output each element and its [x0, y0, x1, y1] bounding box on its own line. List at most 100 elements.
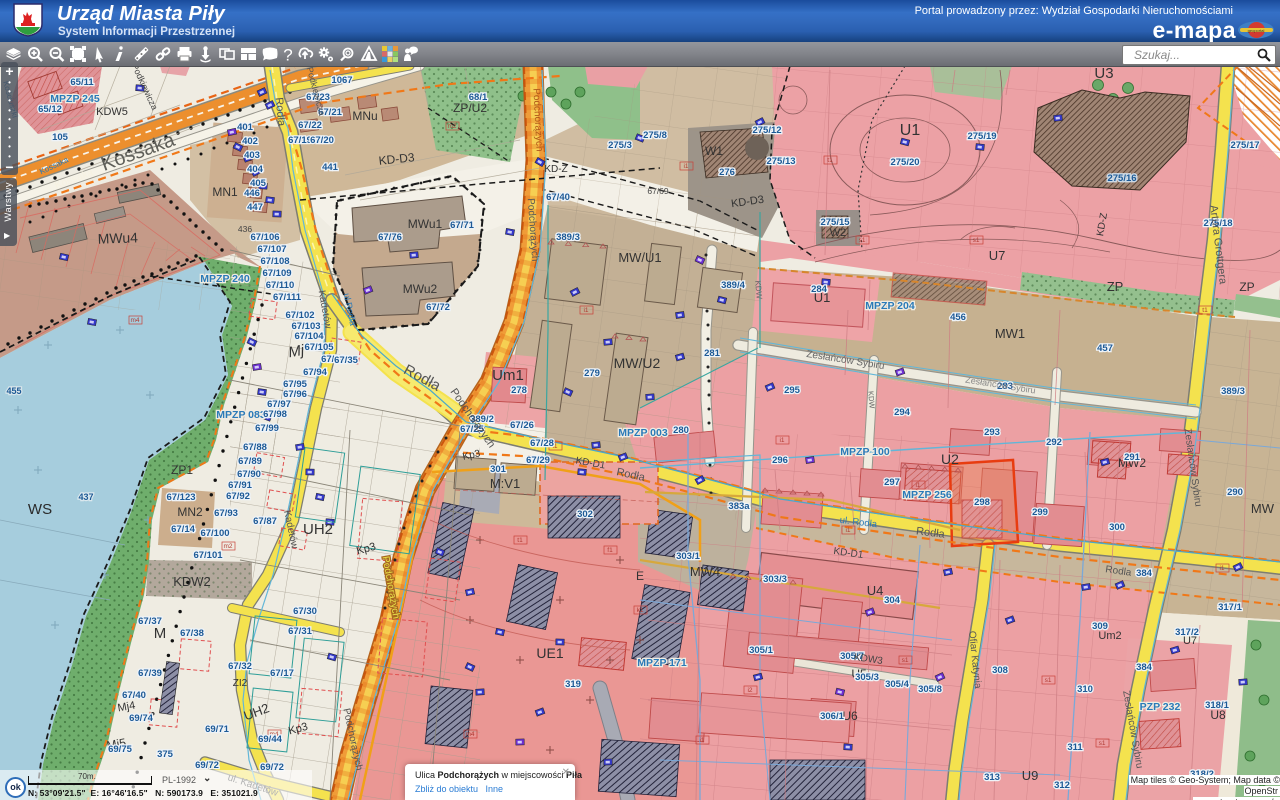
svg-text:67/105: 67/105 — [304, 342, 334, 353]
svg-text:403: 403 — [244, 150, 260, 161]
svg-text:67/37: 67/37 — [138, 616, 162, 627]
svg-text:317/2: 317/2 — [1175, 627, 1199, 638]
svg-text:310: 310 — [1077, 684, 1093, 695]
svg-text:U1: U1 — [900, 122, 921, 139]
svg-text:i1: i1 — [915, 482, 920, 489]
svg-text:m4: m4 — [465, 731, 474, 738]
svg-text:67/39: 67/39 — [138, 668, 162, 679]
svg-text:69/44: 69/44 — [258, 734, 282, 745]
svg-text:437: 437 — [78, 492, 93, 502]
svg-text:375: 375 — [157, 749, 174, 760]
svg-text:U2: U2 — [941, 451, 959, 467]
svg-text:i1: i1 — [699, 737, 704, 744]
svg-text:67/40: 67/40 — [546, 192, 570, 203]
svg-text:305/8: 305/8 — [918, 684, 942, 695]
svg-text:67/90: 67/90 — [237, 469, 261, 480]
svg-text:296: 296 — [772, 455, 788, 466]
svg-text:67/17: 67/17 — [270, 668, 294, 679]
svg-text:W2: W2 — [830, 227, 847, 239]
svg-text:67/101: 67/101 — [193, 550, 223, 561]
svg-text:67/20: 67/20 — [310, 135, 334, 146]
svg-text:105: 105 — [52, 132, 69, 143]
svg-text:308: 308 — [992, 665, 1008, 676]
svg-text:309: 309 — [1092, 621, 1108, 632]
svg-text:298: 298 — [974, 497, 990, 508]
svg-text:67/72: 67/72 — [426, 302, 450, 313]
svg-text:67/88: 67/88 — [243, 442, 267, 453]
svg-text:1067: 1067 — [331, 75, 352, 86]
svg-text:MPZP 240: MPZP 240 — [200, 273, 250, 285]
svg-text:MWu4: MWu4 — [97, 229, 138, 246]
svg-text:383a: 383a — [728, 501, 750, 512]
svg-text:i1: i1 — [845, 527, 850, 534]
svg-text:280: 280 — [673, 425, 689, 436]
svg-text:275/16: 275/16 — [1107, 173, 1136, 184]
svg-text:MW4: MW4 — [690, 564, 720, 579]
svg-text:441: 441 — [322, 162, 339, 173]
svg-text:67/104: 67/104 — [294, 331, 324, 342]
svg-text:geoportal: geoportal — [1248, 28, 1265, 33]
svg-text:MW/U2: MW/U2 — [614, 355, 661, 371]
svg-text:67/87: 67/87 — [253, 516, 277, 527]
svg-text:67/108: 67/108 — [260, 256, 289, 267]
svg-text:PZP 232: PZP 232 — [1140, 701, 1181, 713]
svg-text:U4: U4 — [867, 583, 884, 598]
svg-text:69/75: 69/75 — [108, 744, 132, 755]
svg-text:305/4: 305/4 — [885, 679, 909, 690]
svg-text:275/15: 275/15 — [820, 217, 850, 228]
svg-text:446: 446 — [244, 188, 260, 199]
svg-text:67/32: 67/32 — [228, 661, 252, 672]
svg-text:i1: i1 — [583, 307, 588, 314]
svg-text:MPZP 003: MPZP 003 — [618, 427, 668, 439]
svg-text:s1: s1 — [973, 237, 980, 244]
svg-text:MW: MW — [1251, 501, 1275, 516]
svg-text:389/3: 389/3 — [1221, 386, 1245, 397]
svg-text:68/1: 68/1 — [469, 92, 488, 103]
svg-text:m4: m4 — [130, 317, 139, 324]
svg-text:402: 402 — [242, 136, 258, 147]
svg-text:67/30: 67/30 — [293, 606, 317, 617]
svg-text:401: 401 — [237, 122, 254, 133]
svg-text:67/107: 67/107 — [257, 244, 286, 255]
svg-text:301: 301 — [490, 464, 507, 475]
svg-text:67/94: 67/94 — [303, 367, 327, 378]
svg-text:312: 312 — [1054, 780, 1070, 791]
svg-text:457: 457 — [1097, 343, 1113, 354]
svg-text:KDW: KDW — [866, 391, 877, 410]
svg-text:67/69: 67/69 — [647, 186, 669, 196]
svg-text:M: M — [154, 625, 167, 642]
svg-text:U9: U9 — [1022, 768, 1039, 783]
svg-text:MPZP 100: MPZP 100 — [840, 446, 890, 458]
svg-text:MPZP 256: MPZP 256 — [902, 489, 952, 501]
svg-text:306/1: 306/1 — [820, 711, 844, 722]
svg-text:67/29: 67/29 — [526, 455, 550, 466]
svg-text:291: 291 — [1124, 452, 1141, 463]
svg-text:U6: U6 — [842, 709, 858, 723]
svg-text:275/17: 275/17 — [1230, 140, 1259, 151]
svg-text:294: 294 — [894, 407, 911, 418]
svg-text:67/14: 67/14 — [171, 524, 195, 535]
svg-text:U3: U3 — [1094, 66, 1113, 82]
svg-text:s1: s1 — [902, 657, 909, 664]
svg-text:447: 447 — [247, 202, 263, 213]
svg-text:m2: m2 — [223, 543, 232, 550]
svg-text:67/123: 67/123 — [166, 492, 195, 503]
svg-text:E: E — [636, 569, 644, 583]
svg-text:67/89: 67/89 — [238, 456, 262, 467]
svg-text:67/99: 67/99 — [255, 423, 279, 434]
svg-text:UH2: UH2 — [303, 521, 333, 538]
svg-text:MPZP 204: MPZP 204 — [865, 300, 915, 312]
svg-text:MN2: MN2 — [177, 505, 203, 519]
svg-text:i2: i2 — [747, 687, 752, 694]
svg-text:MWu1: MWu1 — [408, 217, 443, 231]
svg-text:ZP: ZP — [1107, 279, 1124, 294]
svg-text:292: 292 — [1046, 437, 1062, 448]
svg-text:ZP/U2: ZP/U2 — [453, 101, 487, 115]
svg-text:67/40: 67/40 — [122, 690, 146, 701]
svg-text:MWu2: MWu2 — [403, 282, 438, 296]
svg-text:f1: f1 — [607, 547, 613, 554]
svg-text:KDW5: KDW5 — [96, 106, 128, 118]
svg-text:404: 404 — [247, 164, 264, 175]
svg-text:275/12: 275/12 — [752, 125, 781, 136]
svg-text:MW1: MW1 — [995, 326, 1025, 341]
